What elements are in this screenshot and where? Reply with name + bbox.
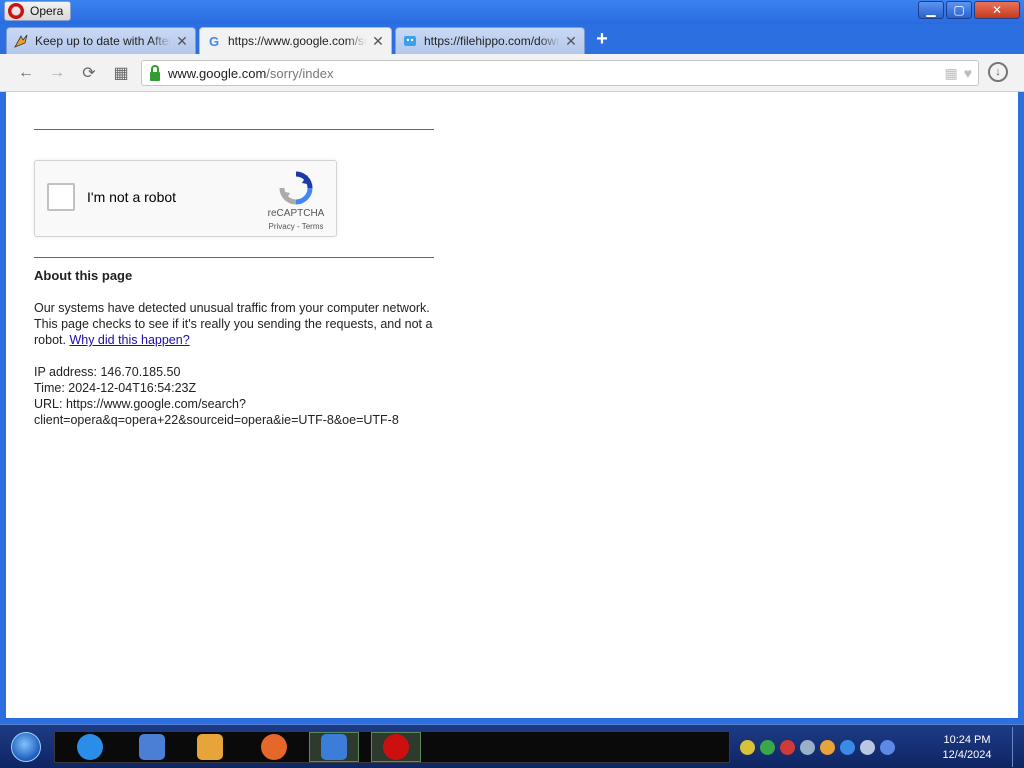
network-icon[interactable]: [860, 739, 875, 755]
url-host: www.google.com: [168, 65, 267, 81]
address-bar-actions: ▦ ♥: [944, 65, 972, 82]
back-button[interactable]: ←: [15, 62, 37, 84]
recaptcha-brand: reCAPTCHA: [267, 208, 325, 219]
recaptcha-checkbox[interactable]: [47, 183, 75, 211]
about-paragraph: Our systems have detected unusual traffi…: [34, 300, 434, 348]
bookmark-heart-icon[interactable]: ♥: [964, 65, 972, 82]
url-line: URL: https://www.google.com/search?: [34, 397, 246, 411]
image-viewer-icon: [321, 734, 347, 760]
ip-address-line: IP address: 146.70.185.50: [34, 365, 181, 379]
start-button[interactable]: [6, 729, 46, 765]
taskbar-apps: [54, 731, 730, 763]
taskbar-image-viewer[interactable]: [309, 732, 359, 762]
recaptcha-privacy-link[interactable]: Privacy: [269, 222, 295, 231]
afterdawn-icon: [13, 33, 29, 49]
chat-icon[interactable]: [800, 739, 815, 755]
bottom-divider: [34, 257, 434, 258]
media-player-icon: [197, 734, 223, 760]
tab-title: https://filehippo.com/download: [424, 34, 560, 48]
app-name: Opera: [30, 4, 64, 18]
system-tray: [736, 731, 926, 763]
opera-logo-icon: [8, 3, 24, 19]
taskbar-clock[interactable]: 10:24 PM 12/4/2024: [930, 733, 1004, 763]
reload-button[interactable]: ⟳: [78, 62, 100, 84]
tab-title: https://www.google.com/sorry/index: [228, 34, 367, 48]
recaptcha-links: Privacy - Terms: [257, 222, 335, 231]
speed-dial-button[interactable]: ▦: [110, 62, 132, 84]
time-line: Time: 2024-12-04T16:54:23Z: [34, 381, 197, 395]
clock-date: 12/4/2024: [942, 749, 992, 761]
title-bar: Opera ▁ ▢ ✕: [0, 0, 1024, 24]
recaptcha-widget: I'm not a robot reCAPTCHA Privacy - Term…: [34, 160, 337, 237]
taskbar-opera[interactable]: [371, 732, 421, 762]
new-tab-button[interactable]: +: [592, 29, 612, 50]
opera-window: Opera ▁ ▢ ✕ Keep up to date with AfterDa…: [0, 0, 1024, 724]
show-desktop-button[interactable]: [1012, 727, 1024, 767]
messenger-icon[interactable]: [820, 739, 835, 755]
recaptcha-logo-icon: [279, 171, 313, 205]
recaptcha-link-separator: -: [294, 222, 302, 231]
url-query-line: client=opera&q=opera+22&sourceid=opera&i…: [34, 413, 399, 427]
window-controls: ▁ ▢ ✕: [918, 1, 1020, 19]
tab-title: Keep up to date with AfterDawn: [35, 34, 171, 48]
taskbar-ie[interactable]: [65, 732, 115, 762]
tab-google[interactable]: G https://www.google.com/sorry/index ✕: [199, 27, 392, 54]
tab-filehippo[interactable]: https://filehippo.com/download ✕: [395, 27, 585, 54]
minimize-button[interactable]: ▁: [918, 1, 944, 19]
taskbar-media-player[interactable]: [185, 732, 235, 762]
recaptcha-label: I'm not a robot: [87, 189, 177, 205]
maximize-button[interactable]: ▢: [946, 1, 972, 19]
secure-lock-icon: [150, 64, 160, 81]
windows-logo-icon: [11, 732, 41, 762]
google-icon: G: [208, 33, 220, 49]
downloads-button[interactable]: ↓: [988, 62, 1008, 82]
filehippo-icon: [402, 33, 418, 49]
recaptcha-terms-link[interactable]: Terms: [302, 222, 324, 231]
clock-time: 10:24 PM: [943, 734, 991, 746]
windows-taskbar: 10:24 PM 12/4/2024: [0, 724, 1024, 768]
tab-close-icon[interactable]: ✕: [564, 33, 578, 50]
firefox-icon: [261, 734, 287, 760]
navigation-toolbar: ← → ⟳ ▦ www.google.com/sorry/index ▦ ♥ ↓: [0, 54, 1024, 92]
shield-icon[interactable]: [780, 739, 795, 755]
ie-icon: [77, 734, 103, 760]
url-path: /sorry/index: [266, 65, 334, 81]
about-this-page-heading: About this page: [34, 268, 133, 283]
web-page: I'm not a robot reCAPTCHA Privacy - Term…: [6, 92, 1018, 718]
speed-dial-add-icon[interactable]: ▦: [944, 65, 957, 82]
taskbar-firefox[interactable]: [249, 732, 299, 762]
utorrent-icon[interactable]: [760, 739, 775, 755]
opera-icon: [383, 734, 409, 760]
tab-close-icon[interactable]: ✕: [371, 33, 385, 50]
tab-strip: Keep up to date with AfterDawn ✕ G https…: [0, 24, 1024, 54]
taskbar-books[interactable]: [127, 732, 177, 762]
tab-close-icon[interactable]: ✕: [175, 33, 189, 50]
tab-afterdawn[interactable]: Keep up to date with AfterDawn ✕: [6, 27, 196, 54]
books-icon: [139, 734, 165, 760]
close-window-button[interactable]: ✕: [974, 1, 1020, 19]
top-divider: [34, 129, 434, 130]
request-info: IP address: 146.70.185.50 Time: 2024-12-…: [34, 364, 454, 428]
forward-button[interactable]: →: [46, 62, 68, 84]
address-bar[interactable]: www.google.com/sorry/index ▦ ♥: [141, 60, 979, 86]
opera-menu-button[interactable]: Opera: [4, 1, 71, 21]
cloud-icon[interactable]: [840, 739, 855, 755]
why-did-this-happen-link[interactable]: Why did this happen?: [69, 333, 189, 347]
volume-icon[interactable]: [880, 739, 895, 755]
tray-app-icon[interactable]: [740, 739, 755, 755]
